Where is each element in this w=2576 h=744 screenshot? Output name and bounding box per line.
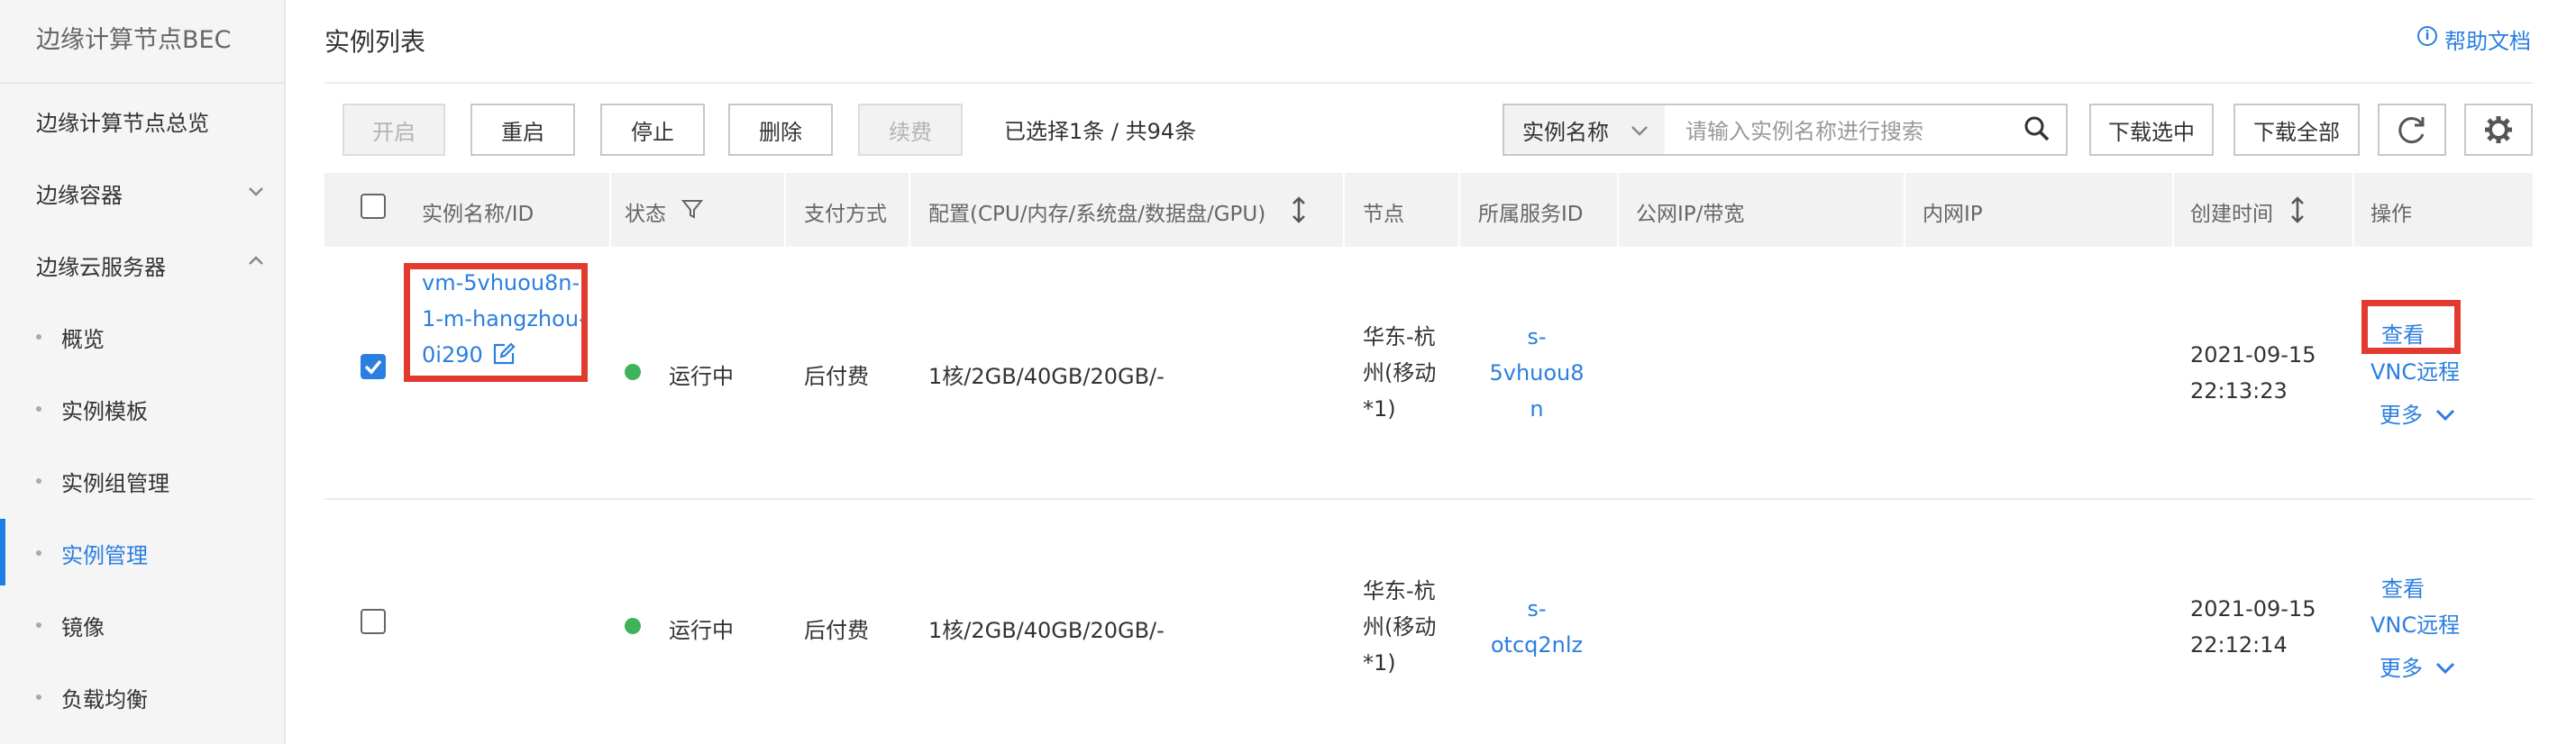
bullet-icon: [36, 478, 41, 484]
column-header-service-id: 所属服务ID: [1478, 203, 1584, 226]
more-dropdown[interactable]: 更多: [2380, 397, 2455, 429]
sidebar-subitem-overview[interactable]: 概览: [61, 322, 105, 353]
column-header-config: 配置(CPU/内存/系统盘/数据盘/GPU): [928, 203, 1266, 226]
config-text: 1核/2GB/40GB/20GB/-: [928, 364, 1165, 389]
column-header-status: 状态: [625, 203, 666, 226]
search-placeholder: 请输入实例名称进行搜索: [1685, 119, 1923, 144]
payment-text: 后付费: [804, 618, 869, 643]
column-header-name: 实例名称/ID: [422, 203, 534, 226]
highlight-box: [404, 263, 588, 382]
filter-icon[interactable]: [681, 198, 703, 220]
sidebar-item-overview[interactable]: 边缘计算节点总览: [36, 105, 209, 137]
gear-icon: [2485, 116, 2512, 143]
column-header-node: 节点: [1363, 203, 1404, 226]
active-indicator: [0, 519, 5, 585]
sidebar-subitem-instance-group[interactable]: 实例组管理: [61, 466, 169, 497]
refresh-icon: [2398, 117, 2425, 144]
settings-button[interactable]: [2464, 104, 2533, 156]
row-checkbox[interactable]: [361, 354, 386, 379]
created-time: 2021-09-15 22:13:23: [2190, 342, 2316, 404]
chevron-down-icon: [2435, 662, 2454, 675]
status-text: 运行中: [669, 364, 734, 389]
column-header-public-ip: 公网IP/带宽: [1636, 203, 1745, 226]
column-header-created: 创建时间: [2190, 203, 2273, 226]
column-header-payment: 支付方式: [804, 203, 887, 226]
sidebar-subitem-load-balancer[interactable]: 负载均衡: [61, 682, 148, 713]
sort-icon[interactable]: [2289, 196, 2306, 223]
delete-button[interactable]: 删除: [728, 104, 833, 156]
bullet-icon: [36, 550, 41, 556]
column-header-private-ip: 内网IP: [1923, 203, 1983, 226]
column-header-actions: 操作: [2370, 203, 2412, 226]
sidebar-subitem-instance-management[interactable]: 实例管理: [61, 538, 148, 569]
vnc-link[interactable]: VNC远程: [2370, 354, 2460, 386]
bullet-icon: [36, 406, 41, 412]
sidebar-divider: [0, 82, 284, 84]
info-icon[interactable]: i: [2417, 26, 2437, 46]
service-id-link[interactable]: s- otcq2nlz: [1478, 591, 1595, 663]
sidebar: 边缘计算节点BEC 边缘计算节点总览 边缘容器 边缘云服务器 概览 实例模板 实…: [0, 0, 286, 744]
chevron-up-icon[interactable]: [248, 253, 264, 269]
payment-text: 后付费: [804, 364, 869, 389]
sidebar-title: 边缘计算节点BEC: [36, 26, 232, 54]
config-text: 1核/2GB/40GB/20GB/-: [928, 618, 1165, 643]
created-time: 2021-09-15 22:12:14: [2190, 596, 2316, 658]
view-link[interactable]: 查看: [2381, 571, 2425, 603]
download-all-button[interactable]: 下载全部: [2233, 104, 2360, 156]
start-button[interactable]: 开启: [343, 104, 445, 156]
select-all-checkbox[interactable]: [361, 194, 386, 219]
selection-info: 已选择1条 / 共94条: [1004, 119, 1197, 144]
bullet-icon: [36, 622, 41, 628]
stop-button[interactable]: 停止: [600, 104, 705, 156]
search-field-label: 实例名称: [1522, 119, 1609, 145]
vnc-link[interactable]: VNC远程: [2370, 607, 2460, 639]
status-running-icon: [625, 364, 641, 380]
chevron-down-icon[interactable]: [248, 183, 264, 199]
search-icon[interactable]: [2023, 114, 2051, 143]
check-icon: [364, 359, 382, 375]
chevron-down-icon: [2435, 409, 2454, 422]
node-text: 华东-杭 州(移动 *1): [1363, 578, 1437, 676]
service-id-link[interactable]: s- 5vhuou8 n: [1478, 319, 1595, 427]
more-dropdown[interactable]: 更多: [2380, 650, 2455, 682]
sidebar-item-edge-server[interactable]: 边缘云服务器: [36, 250, 166, 281]
row-divider: [324, 498, 2533, 500]
page-title: 实例列表: [324, 27, 426, 57]
help-docs-link[interactable]: 帮助文档: [2444, 23, 2531, 55]
bullet-icon: [36, 334, 41, 340]
row-checkbox[interactable]: [361, 609, 386, 634]
sidebar-subitem-image[interactable]: 镜像: [61, 610, 105, 641]
sidebar-subitem-instance-template[interactable]: 实例模板: [61, 394, 148, 425]
node-text: 华东-杭 州(移动 *1): [1363, 324, 1437, 422]
search-field-select[interactable]: 实例名称: [1503, 104, 1667, 156]
status-running-icon: [625, 618, 641, 634]
restart-button[interactable]: 重启: [470, 104, 575, 156]
download-selected-button[interactable]: 下载选中: [2089, 104, 2214, 156]
chevron-down-icon: [1631, 126, 1648, 136]
sidebar-item-edge-container[interactable]: 边缘容器: [36, 177, 123, 209]
sort-icon[interactable]: [1291, 196, 1307, 223]
status-text: 运行中: [669, 618, 734, 643]
refresh-button[interactable]: [2378, 104, 2446, 156]
header-divider: [324, 82, 2533, 84]
bullet-icon: [36, 694, 41, 700]
renew-button[interactable]: 续费: [858, 104, 963, 156]
highlight-box: [2361, 300, 2461, 354]
